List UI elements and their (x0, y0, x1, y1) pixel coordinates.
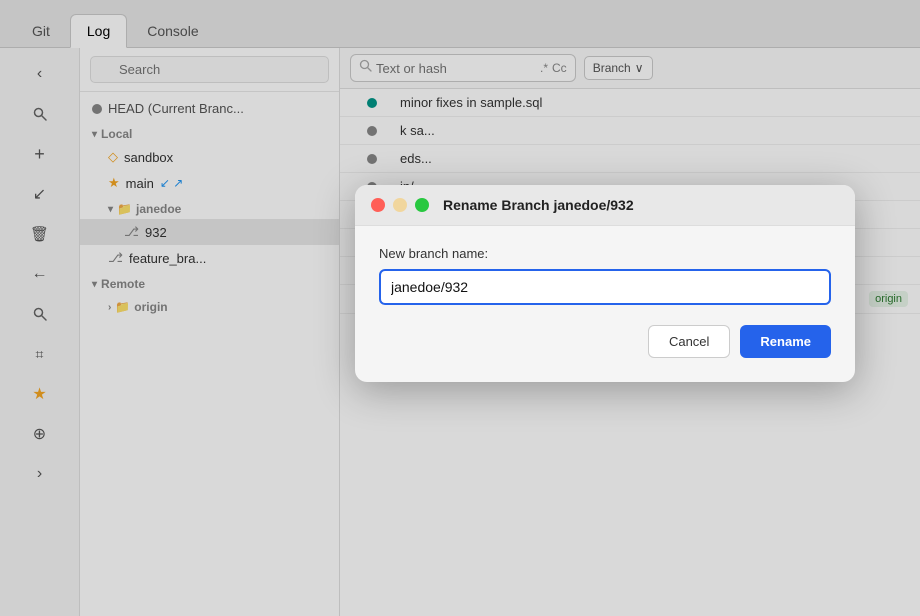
cancel-button[interactable]: Cancel (648, 325, 730, 358)
close-button[interactable] (371, 198, 385, 212)
dialog-actions: Cancel Rename (379, 325, 831, 358)
maximize-button[interactable] (415, 198, 429, 212)
rename-dialog: Rename Branch janedoe/932 New branch nam… (355, 185, 855, 382)
dialog-body: New branch name: Cancel Rename (355, 226, 855, 382)
dialog-titlebar: Rename Branch janedoe/932 (355, 185, 855, 226)
app-window: Git Log Console ‹ + ↙ 🗑 ← (0, 0, 920, 616)
dialog-title: Rename Branch janedoe/932 (443, 197, 634, 213)
dialog-label: New branch name: (379, 246, 831, 261)
dialog-overlay: Rename Branch janedoe/932 New branch nam… (0, 0, 920, 616)
branch-name-input[interactable] (379, 269, 831, 305)
rename-button[interactable]: Rename (740, 325, 831, 358)
minimize-button[interactable] (393, 198, 407, 212)
